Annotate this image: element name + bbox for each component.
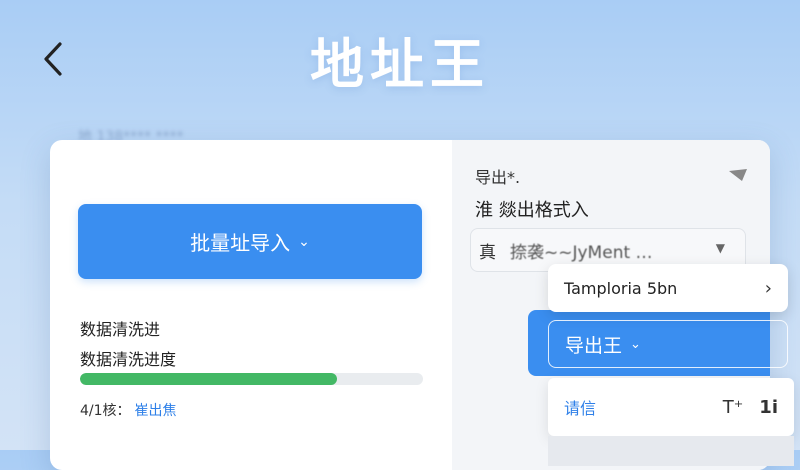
import-panel: 批量址导入 ⌄ 数据清洗进 数据清洗进度 4/1核： 崔出焦 bbox=[50, 140, 452, 470]
progress-status-text: 4/1核： bbox=[80, 403, 131, 419]
template-menu-label: Tamploria 5bn bbox=[564, 278, 678, 298]
app-title: 地址王 bbox=[310, 33, 490, 96]
batch-import-label: 批量址导入 bbox=[190, 231, 291, 255]
batch-import-button[interactable]: 批量址导入 ⌄ bbox=[78, 204, 422, 279]
send-icon[interactable] bbox=[728, 168, 748, 182]
progress-status: 4/1核： 崔出焦 bbox=[80, 400, 177, 420]
progress-subtitle: 数据清洗进度 bbox=[80, 350, 177, 369]
request-label: 请信 bbox=[564, 399, 597, 418]
export-panel: 导出*. 淮 燚出格式入 真 捺袭~~JyMent … ▼ Tamploria … bbox=[452, 140, 794, 470]
export-button-label: 导出王 bbox=[565, 334, 623, 357]
main-card: 批量址导入 ⌄ 数据清洗进 数据清洗进度 4/1核： 崔出焦 导出*. 淮 燚出格… bbox=[50, 140, 794, 470]
export-label: 导出*. bbox=[475, 168, 521, 187]
progress-title: 数据清洗进 bbox=[80, 320, 161, 339]
chevron-down-icon: ⌄ bbox=[630, 336, 641, 352]
menu-footer bbox=[548, 436, 794, 466]
caret-down-icon: ▼ bbox=[715, 241, 725, 255]
progress-status-link[interactable]: 崔出焦 bbox=[135, 403, 177, 419]
template-menu-item[interactable]: Tamploria 5bn › bbox=[548, 264, 788, 312]
request-row[interactable]: 请信 T⁺ 1i bbox=[548, 378, 794, 436]
format-select-prefix: 真 bbox=[479, 242, 496, 263]
progress-bar bbox=[80, 373, 423, 385]
chevron-down-icon: ⌄ bbox=[298, 233, 310, 250]
chevron-right-icon: › bbox=[764, 277, 772, 299]
export-button[interactable]: 导出王 ⌄ bbox=[548, 320, 788, 368]
format-label: 淮 燚出格式入 bbox=[475, 200, 589, 221]
text-size-icon[interactable]: T⁺ bbox=[723, 397, 744, 418]
format-select-value: 捺袭~~JyMent … bbox=[510, 242, 653, 263]
line-spacing-icon[interactable]: 1i bbox=[759, 397, 778, 418]
progress-fill bbox=[80, 373, 338, 385]
